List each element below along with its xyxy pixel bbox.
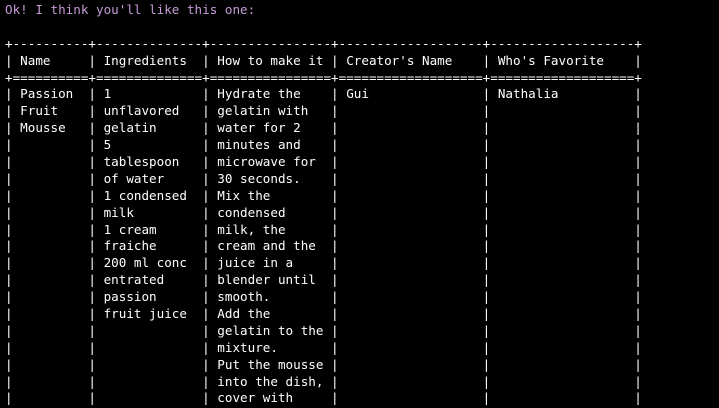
terminal-window: Ok! I think you'll like this one: +------…: [0, 0, 719, 408]
intro-message: Ok! I think you'll like this one:: [5, 2, 256, 17]
table-top-border: +----------+--------------+-------------…: [5, 35, 642, 51]
table-row: | Mousse | gelatin | water for 2 | | |: [5, 120, 642, 136]
table-row: | | entrated | blender until | | |: [5, 272, 642, 288]
table-row: | | of water | 30 seconds. | | |: [5, 170, 642, 186]
table-row: | | tablespoon | microwave for | | |: [5, 154, 642, 170]
table-row: | | | cover with | | |: [5, 390, 642, 406]
table-row: | | 200 ml conc | juice in a | | |: [5, 255, 642, 271]
table-row: | | | Put the mousse | | |: [5, 356, 642, 372]
table-row: | Passion | 1 | Hydrate the | Gui | Nath…: [5, 86, 642, 102]
table-row: | Fruit | unflavored | gelatin with | | …: [5, 103, 642, 119]
table-header-separator: +==========+==============+=============…: [5, 69, 642, 85]
table-row: | | 5 | minutes and | | |: [5, 137, 642, 153]
table-row: | | 1 condensed | Mix the | | |: [5, 187, 642, 203]
table-row: | | 1 cream | milk, the | | |: [5, 221, 642, 237]
table-row: | | | mixture. | | |: [5, 339, 642, 355]
table-row: | | fruit juice | Add the | | |: [5, 306, 642, 322]
table-header-row: | Name | Ingredients | How to make it | …: [5, 52, 642, 68]
terminal-output: Ok! I think you'll like this one: +------…: [5, 2, 642, 407]
table-row: | | passion | smooth. | | |: [5, 289, 642, 305]
table-row: | | | gelatin to the | | |: [5, 322, 642, 338]
table-row: | | milk | condensed | | |: [5, 204, 642, 220]
table-body: | Passion | 1 | Hydrate the | Gui | Nath…: [5, 86, 642, 407]
table-row: | | fraiche | cream and the | | |: [5, 238, 642, 254]
table-row: | | | into the dish, | | |: [5, 373, 642, 389]
